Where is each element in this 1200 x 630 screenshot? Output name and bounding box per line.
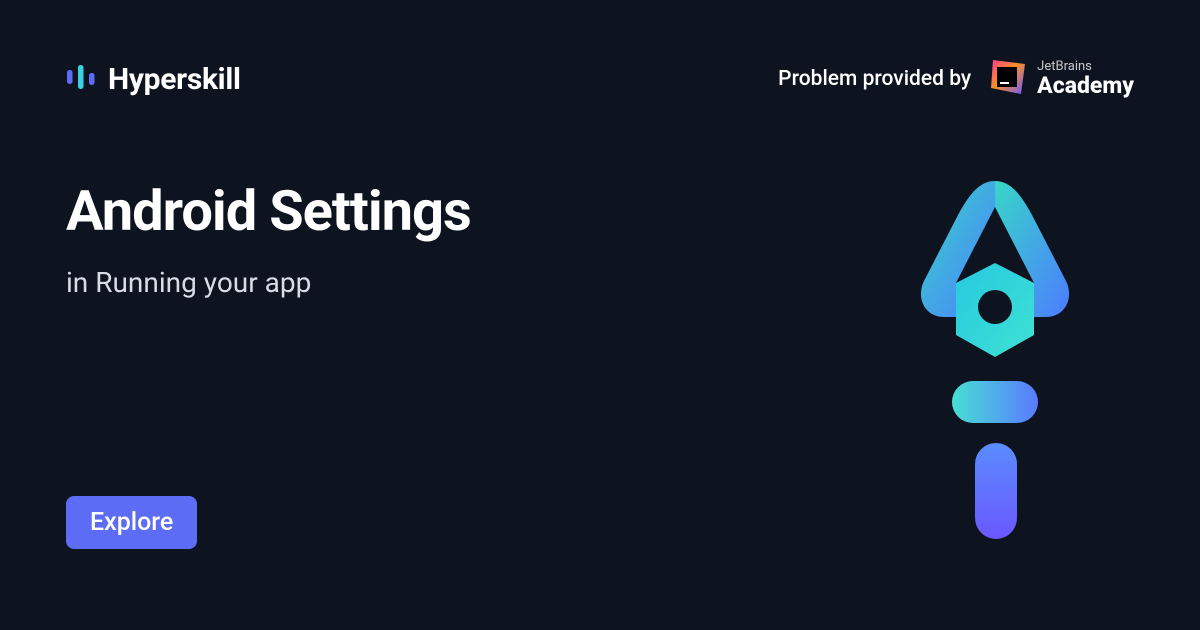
brand-block: Hyperskill xyxy=(66,62,241,97)
hyperskill-logo-icon xyxy=(66,62,96,96)
academy-partner-bottom: Academy xyxy=(1037,74,1134,98)
brand-name: Hyperskill xyxy=(108,62,241,97)
header: Hyperskill Problem provided by xyxy=(66,58,1134,100)
page-title: Android Settings xyxy=(66,178,471,244)
decorative-figure-icon xyxy=(900,175,1090,549)
provider-block: Problem provided by Je xyxy=(778,58,1134,100)
provider-label: Problem provided by xyxy=(778,67,971,91)
academy-text: JetBrains Academy xyxy=(1037,60,1134,98)
explore-button[interactable]: Explore xyxy=(66,496,197,549)
page-subtitle: in Running your app xyxy=(66,266,311,299)
jetbrains-logo-icon xyxy=(989,58,1027,100)
academy-block: JetBrains Academy xyxy=(989,58,1134,100)
